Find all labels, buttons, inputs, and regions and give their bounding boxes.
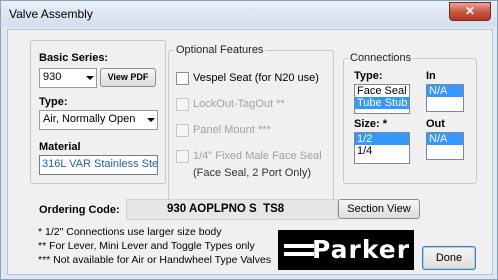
footnote-1: * 1/2" Connections use larger size body: [38, 226, 222, 238]
basic-series-dropdown[interactable]: 930: [39, 68, 97, 88]
title-bar: Valve Assembly ✕: [1, 1, 497, 27]
parker-logo: Parker: [278, 230, 414, 270]
lockout-tagout-label: LockOut-TagOut **: [193, 98, 285, 110]
fixed-male-face-seal-checkbox[interactable]: [176, 150, 189, 163]
type-dropdown[interactable]: Air, Normally Open: [39, 110, 158, 130]
logo-stripe: [284, 244, 314, 248]
window-title: Valve Assembly: [9, 7, 93, 21]
chevron-down-icon: [147, 118, 155, 122]
footnote-3: *** Not available for Air or Handwheel T…: [38, 254, 272, 266]
material-field[interactable]: 316L VAR Stainless Stee: [39, 155, 158, 175]
connection-out-list[interactable]: N/A: [426, 132, 464, 160]
connection-type-list[interactable]: Face Seal Tube Stub: [354, 84, 410, 114]
type-value: Air, Normally Open: [43, 113, 136, 125]
vespel-seat-label: Vespel Seat (for N20 use): [193, 72, 319, 84]
connection-size-list[interactable]: 1/2 1/4: [354, 132, 410, 164]
connection-in-list[interactable]: N/A: [426, 84, 464, 112]
lockout-tagout-checkbox[interactable]: [176, 98, 189, 111]
logo-stripe: [284, 252, 314, 256]
connection-in-label: In: [426, 70, 436, 82]
section-view-button[interactable]: Section View: [338, 199, 420, 219]
ordering-code-value: 930 AOPLPNO S TS8: [167, 203, 285, 215]
list-item-selected[interactable]: 1/2: [355, 133, 409, 145]
close-button[interactable]: ✕: [449, 2, 491, 21]
basic-series-value: 930: [43, 71, 62, 83]
connection-size-label: Size: *: [354, 118, 388, 130]
connections-title: Connections: [348, 52, 414, 64]
optional-features-title: Optional Features: [174, 44, 266, 56]
panel-mount-label: Panel Mount ***: [193, 124, 271, 136]
footnote-2: ** For Lever, Mini Lever and Toggle Type…: [38, 240, 255, 252]
vespel-seat-checkbox[interactable]: [176, 72, 189, 85]
material-value: 316L VAR Stainless Stee: [42, 158, 158, 170]
list-item-selected[interactable]: Tube Stub: [355, 97, 409, 109]
connection-type-label: Type:: [354, 70, 383, 82]
fixed-male-face-seal-label: 1/4" Fixed Male Face Seal: [193, 150, 322, 162]
material-label: Material: [39, 141, 81, 153]
connection-out-label: Out: [426, 118, 445, 130]
chevron-down-icon: [86, 76, 94, 80]
face-seal-note: (Face Seal, 2 Port Only): [193, 167, 311, 179]
type-label: Type:: [39, 96, 68, 108]
list-item[interactable]: Face Seal: [355, 85, 409, 97]
close-icon: ✕: [464, 4, 476, 18]
panel-mount-checkbox[interactable]: [176, 124, 189, 137]
view-pdf-button[interactable]: View PDF: [100, 68, 156, 87]
dialog-body: Basic Series: 930 View PDF Type: Air, No…: [7, 29, 493, 275]
logo-text: Parker: [312, 235, 411, 264]
list-item-selected[interactable]: N/A: [427, 133, 463, 145]
list-item[interactable]: 1/4: [355, 145, 409, 157]
done-button[interactable]: Done: [422, 246, 476, 270]
valve-assembly-window: Valve Assembly ✕ Basic Series: 930 View …: [0, 0, 498, 280]
ordering-code-label: Ordering Code:: [39, 204, 120, 216]
ordering-code-field: 930 AOPLPNO S TS8: [126, 199, 338, 220]
basic-series-label: Basic Series:: [39, 52, 109, 64]
list-item-selected[interactable]: N/A: [427, 85, 463, 97]
